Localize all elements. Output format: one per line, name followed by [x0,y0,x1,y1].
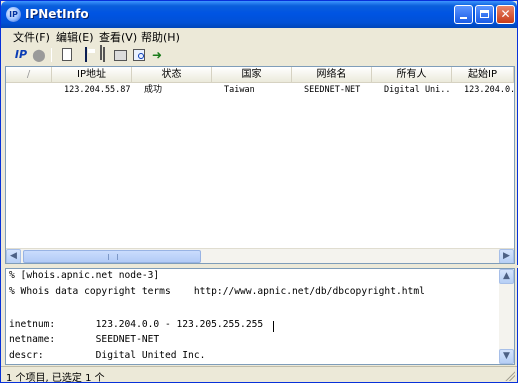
vertical-scrollbar[interactable]: ▲ ▼ [499,269,514,364]
whois-line: % [whois.apnic.net node-3] [9,270,160,281]
new-document-icon[interactable] [59,47,75,63]
whois-line: descr: Digital United Inc. [9,350,206,361]
scroll-down-icon[interactable]: ▼ [499,349,514,364]
column-header-start-ip[interactable]: 起始IP [452,67,514,83]
scroll-up-icon[interactable]: ▲ [499,269,514,284]
toolbar: IP ⬤ ➜ [3,45,515,65]
main-window: IP IPNetInfo ✕ 文件(F) 编辑(E) 查看(V) 帮助(H) I… [0,0,518,384]
column-header-owner[interactable]: 所有人 [372,67,452,83]
stop-icon[interactable]: ⬤ [31,47,47,63]
column-header-country[interactable]: 国家 [212,67,292,83]
column-header-status[interactable]: 状态 [132,67,212,83]
maximize-icon [480,10,489,18]
list-header: / IP地址 状态 国家 网络名 所有人 起始IP [6,67,514,83]
cell-ip: 123.204.55.87 [64,85,131,95]
close-icon: ✕ [500,7,511,21]
menu-help[interactable]: 帮助(H) [138,29,183,45]
maximize-button[interactable] [475,5,494,24]
cell-status: 成功 [144,85,163,95]
app-icon: IP [6,7,21,22]
whois-text-area[interactable]: % [whois.apnic.net node-3] % Whois data … [5,268,515,365]
resize-grip-icon[interactable] [504,370,515,381]
column-header-ip[interactable]: IP地址 [52,67,132,83]
status-text: 1 个项目, 已选定 1 个 [6,373,105,384]
menu-view[interactable]: 查看(V) [96,29,140,45]
copy-icon[interactable] [95,47,111,63]
horizontal-scrollbar[interactable]: ◀ ▶ [6,248,514,263]
cell-start-ip: 123.204.0. [464,85,514,95]
column-header-netname[interactable]: 网络名 [292,67,372,83]
scroll-right-icon[interactable]: ▶ [499,249,514,263]
title-bar[interactable]: IP IPNetInfo ✕ [1,1,517,28]
ip-lookup-icon[interactable]: IP [13,47,29,63]
menu-edit[interactable]: 编辑(E) [53,29,97,45]
whois-line: netname: SEEDNET-NET [9,334,160,345]
horizontal-scroll-thumb[interactable] [23,250,201,263]
column-header-sort[interactable]: / [6,67,52,83]
table-row[interactable]: 123.204.55.87 成功 Taiwan SEEDNET-NET Digi… [6,83,514,97]
cell-netname: SEEDNET-NET [304,85,361,95]
whois-line: % Whois data copyright terms http://www.… [9,286,425,297]
status-bar: 1 个项目, 已选定 1 个 [1,366,517,384]
text-caret [273,321,274,332]
minimize-button[interactable] [454,5,473,24]
window-title: IPNetInfo [25,7,89,21]
exit-icon[interactable]: ➜ [149,47,165,63]
scroll-left-icon[interactable]: ◀ [6,249,21,263]
menu-file[interactable]: 文件(F) [10,29,53,45]
save-icon[interactable] [77,47,93,63]
minimize-icon [460,17,467,19]
cell-owner: Digital Uni... [384,85,452,95]
toolbar-separator [51,48,52,62]
results-list[interactable]: / IP地址 状态 国家 网络名 所有人 起始IP 123.204.55.87 … [5,66,515,264]
menu-bar: 文件(F) 编辑(E) 查看(V) 帮助(H) [3,28,515,45]
whois-line: inetnum: 123.204.0.0 - 123.205.255.255 [9,319,264,330]
cell-country: Taiwan [224,85,255,95]
properties-icon[interactable] [113,47,129,63]
find-icon[interactable] [131,47,147,63]
close-button[interactable]: ✕ [496,5,515,24]
